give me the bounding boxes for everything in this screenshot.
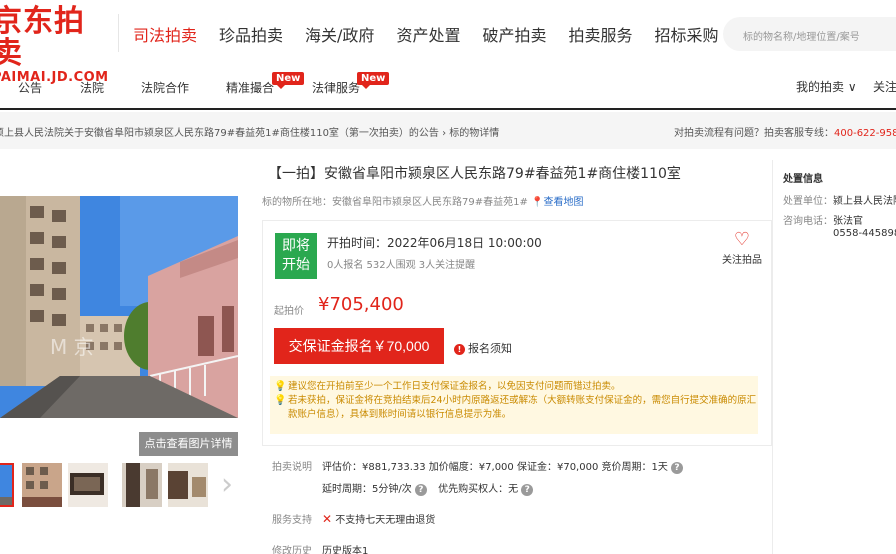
consult-contact: 张法官 bbox=[833, 216, 863, 227]
disposal-unit-value: 颍上县人民法院 bbox=[833, 196, 896, 207]
follow-item-label: 关注拍品 bbox=[722, 255, 762, 266]
alert-icon: ! bbox=[454, 344, 465, 355]
nav-bankruptcy-auction[interactable]: 破产拍卖 bbox=[482, 22, 546, 46]
status-badge: 即将 开始 bbox=[275, 233, 317, 279]
view-map-link[interactable]: 📍查看地图 bbox=[531, 197, 583, 208]
disposal-unit-row: 处置单位：颍上县人民法院 bbox=[783, 192, 896, 207]
subnav-precise-matching-label: 精准撮合 bbox=[226, 81, 275, 95]
edit-history-row: 修改历史 历史版本1 bbox=[272, 542, 368, 554]
breadcrumb[interactable]: 颍上县人民法院关于安徽省阜阳市颍泉区人民东路79#春益苑1#商住楼110室（第一… bbox=[0, 124, 499, 139]
tip-text: 若未获拍，保证金将在竞拍结束后24小时内原路返还或解冻（大额转账支付保证金的，需… bbox=[288, 395, 757, 420]
auction-info-line-2: 延时周期：5分钟/次 bbox=[322, 484, 412, 495]
deposit-tips: 💡 建议您在开拍前至少一个工作日支付保证金报名，以免因支付问题而错过拍卖。 💡 若未… bbox=[270, 376, 758, 434]
thumbnail[interactable] bbox=[68, 463, 108, 507]
disposal-info-panel: 处置信息 处置单位：颍上县人民法院 咨询电话：张法官 0558-4458980 bbox=[772, 160, 896, 554]
start-time: 开拍时间：2022年06月18日 10:00:00 bbox=[327, 236, 542, 250]
nav-treasure-auction[interactable]: 珍品拍卖 bbox=[219, 22, 283, 46]
tip-item: 💡 若未获拍，保证金将在竞拍结束后24小时内原路返还或解冻（大额转账支付保证金的，… bbox=[274, 394, 758, 422]
help-question-icon[interactable]: ? bbox=[521, 484, 534, 496]
start-price: ¥705,400 bbox=[318, 294, 404, 315]
help-phone: 400-622-9586 bbox=[834, 128, 896, 139]
thumbnail[interactable] bbox=[22, 463, 62, 507]
next-thumbnail-arrow-icon[interactable]: › bbox=[221, 470, 233, 500]
auction-info-row: 拍卖说明 评估价：¥881,733.33 加价幅度：¥7,000 保证金：¥70,… bbox=[272, 458, 684, 474]
help-question-icon[interactable]: ? bbox=[671, 462, 684, 474]
edit-history-link[interactable]: 历史版本1 bbox=[322, 546, 368, 554]
new-badge: New bbox=[272, 72, 305, 89]
nav-procurement[interactable]: 招标采购 bbox=[654, 22, 718, 46]
nav-asset-disposal[interactable]: 资产处置 bbox=[396, 22, 460, 46]
auction-info-line-1: 评估价：¥881,733.33 加价幅度：¥7,000 保证金：¥70,000 … bbox=[322, 462, 668, 473]
main-photo[interactable]: M 京 bbox=[0, 196, 238, 418]
location-value: 安徽省阜阳市颍泉区人民东路79#春益苑1# bbox=[332, 197, 528, 208]
help-question-icon[interactable]: ? bbox=[414, 484, 427, 496]
disposal-info-title: 处置信息 bbox=[783, 174, 823, 185]
cross-icon: ✕ bbox=[322, 512, 333, 526]
logo-divider bbox=[118, 14, 119, 52]
start-price-label: 起拍价 bbox=[274, 306, 304, 317]
follow-link[interactable]: 关注 bbox=[873, 78, 896, 95]
subnav-precise-matching[interactable]: 精准撮合 New bbox=[226, 72, 305, 96]
view-photo-details-button[interactable]: 点击查看图片详情 bbox=[139, 432, 238, 456]
pay-deposit-register-button[interactable]: 交保证金报名￥70,000 bbox=[274, 328, 444, 364]
sub-nav: 公告 法院 法院合作 精准撮合 New 法律服务 New 我的拍卖 ∨ 关注 bbox=[0, 66, 896, 110]
tip-text: 建议您在开拍前至少一个工作日支付保证金报名，以免因支付问题而错过拍卖。 bbox=[288, 381, 621, 392]
my-auction-menu[interactable]: 我的拍卖 ∨ bbox=[796, 78, 857, 95]
thumbnail[interactable] bbox=[0, 463, 14, 507]
consult-phone-row: 咨询电话：张法官 bbox=[783, 212, 863, 227]
location-label: 标的物所在地： bbox=[262, 197, 332, 208]
map-pin-icon: 📍 bbox=[531, 197, 544, 208]
service-support-value: 不支持七天无理由退货 bbox=[335, 515, 436, 526]
tip-item: 💡 建议您在开拍前至少一个工作日支付保证金报名，以免因支付问题而错过拍卖。 bbox=[274, 380, 758, 394]
new-badge: New bbox=[357, 72, 390, 89]
customer-service-line: 对拍卖流程有问题？拍卖客服专线：400-622-9586 bbox=[674, 124, 896, 139]
registration-notice-label: 报名须知 bbox=[468, 342, 512, 355]
logo-main-text: 京东拍卖 bbox=[0, 4, 85, 71]
lightbulb-icon: 💡 bbox=[274, 381, 287, 392]
consult-phone-label: 咨询电话： bbox=[783, 216, 833, 227]
item-location: 标的物所在地：安徽省阜阳市颍泉区人民东路79#春益苑1# 📍查看地图 bbox=[262, 193, 584, 208]
nav-judicial-auction[interactable]: 司法拍卖 bbox=[133, 22, 197, 46]
photo-watermark: M 京 bbox=[50, 335, 94, 359]
subnav-court-cooperation[interactable]: 法院合作 bbox=[141, 79, 189, 96]
disposal-unit-label: 处置单位： bbox=[783, 196, 833, 207]
thumbnail-strip bbox=[0, 463, 238, 513]
consult-phone-number-row: 0558-4458980 bbox=[833, 228, 896, 239]
view-map-label: 查看地图 bbox=[543, 197, 584, 208]
nav-auction-service[interactable]: 拍卖服务 bbox=[568, 22, 632, 46]
item-title: 【一拍】安徽省阜阳市颍泉区人民东路79#春益苑1#商住楼110室 bbox=[268, 166, 681, 182]
consult-phone-number: 0558-4458980 bbox=[833, 228, 896, 239]
subnav-legal-service-label: 法律服务 bbox=[312, 81, 361, 95]
subnav-court[interactable]: 法院 bbox=[80, 79, 104, 96]
help-text: 对拍卖流程有问题？拍卖客服专线： bbox=[674, 128, 834, 139]
breadcrumb-bar: 颍上县人民法院关于安徽省阜阳市颍泉区人民东路79#春益苑1#商住楼110室（第一… bbox=[0, 112, 896, 149]
service-support-row: 服务支持 ✕ 不支持七天无理由退货 bbox=[272, 511, 435, 526]
status-line-2: 开始 bbox=[282, 257, 310, 273]
search-input[interactable]: 标的物名称/地理位置/案号 bbox=[723, 17, 896, 51]
auction-stats: 0人报名 532人围观 3人关注提醒 bbox=[327, 260, 476, 271]
main-nav: 司法拍卖 珍品拍卖 海关/政府 资产处置 破产拍卖 拍卖服务 招标采购 bbox=[133, 22, 741, 46]
service-support-label: 服务支持 bbox=[272, 515, 312, 526]
edit-history-label: 修改历史 bbox=[272, 546, 312, 554]
registration-notice-link[interactable]: ! 报名须知 bbox=[454, 340, 512, 356]
nav-customs-government[interactable]: 海关/政府 bbox=[305, 22, 374, 46]
auction-info-row-2: 延时周期：5分钟/次 ? 优先购买权人：无 ? bbox=[322, 480, 534, 496]
lightbulb-icon: 💡 bbox=[274, 395, 287, 406]
heart-plus-icon: ♡ bbox=[733, 229, 751, 250]
subnav-announcement[interactable]: 公告 bbox=[18, 79, 42, 96]
priority-buyer: 优先购买权人：无 bbox=[438, 484, 519, 495]
follow-item-button[interactable]: ♡ 关注拍品 bbox=[719, 229, 765, 266]
status-line-1: 即将 bbox=[282, 238, 310, 254]
subnav-legal-service[interactable]: 法律服务 New bbox=[312, 72, 390, 96]
auction-info-label: 拍卖说明 bbox=[272, 462, 312, 473]
thumbnail[interactable] bbox=[122, 463, 162, 507]
thumbnail[interactable] bbox=[168, 463, 208, 507]
site-header: 京东拍卖 PAIMAI.JD.COM 司法拍卖 珍品拍卖 海关/政府 资产处置 … bbox=[0, 0, 896, 85]
